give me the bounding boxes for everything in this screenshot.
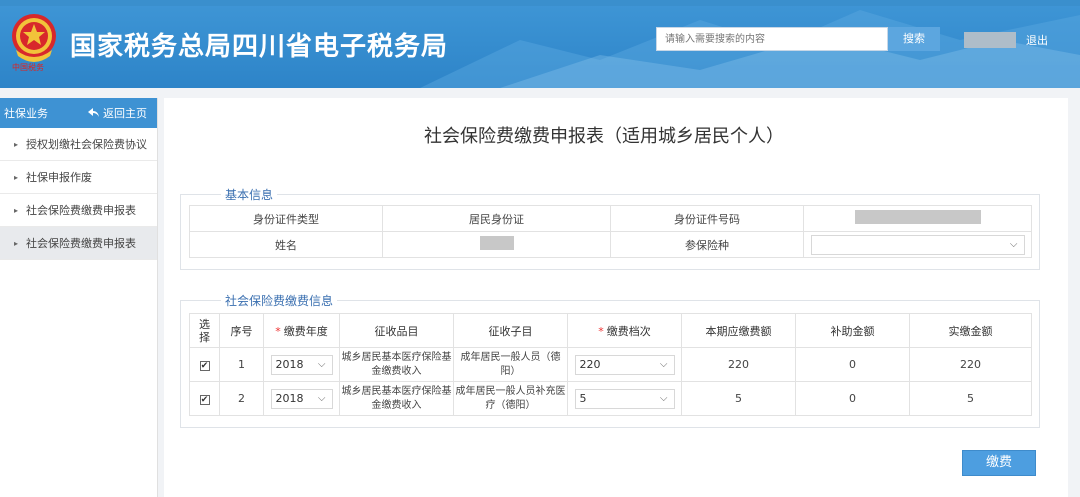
- page-title: 社会保险费缴费申报表（适用城乡居民个人）: [424, 126, 784, 147]
- id-number-label: 身份证件号码: [610, 205, 804, 232]
- row-checkbox-cell: ✔: [189, 347, 220, 382]
- col-select-label: 选择: [199, 317, 210, 344]
- back-arrow-icon: [88, 108, 99, 117]
- fee-table: 选择 序号 * 缴费年度 征收品目 征收子目 * 缴费档次 本期应缴费额 补助金额 …: [189, 313, 1032, 416]
- user-name-redacted: [964, 32, 1016, 48]
- site-header: 中国税务 国家税务总局四川省电子税务局 搜索 退出: [0, 0, 1080, 88]
- row-actual: 5: [909, 381, 1032, 416]
- table-row: ✔ 1 2018 ⌵ 城乡居民基本医疗保险基金缴费收入 成年居民一般人员（德阳） …: [189, 347, 1032, 382]
- logout-link[interactable]: 退出: [1026, 32, 1048, 48]
- pay-button[interactable]: 缴费: [962, 450, 1036, 476]
- year-value: 2018: [275, 357, 304, 371]
- name-cell: [382, 231, 611, 258]
- fee-info-section: 社会保险费缴费信息 选择 序号 * 缴费年度 征收品目 征收子目 * 缴费档次 本期…: [180, 292, 1040, 428]
- sidebar-item-authorization[interactable]: ▸ 授权划缴社会保险费协议: [0, 128, 157, 161]
- col-subsidy: 补助金额: [795, 313, 910, 348]
- chevron-down-icon: ⌵: [1009, 238, 1018, 250]
- row-payable: 220: [681, 347, 796, 382]
- name-label: 姓名: [189, 231, 383, 258]
- chevron-right-icon: ▸: [14, 205, 19, 215]
- row-checkbox[interactable]: ✔: [199, 395, 210, 405]
- fee-info-legend: 社会保险费缴费信息: [221, 292, 338, 309]
- id-type-label: 身份证件类型: [189, 205, 383, 232]
- sidebar-item-declaration[interactable]: ▸ 社会保险费缴费申报表: [0, 194, 157, 227]
- site-title: 国家税务总局四川省电子税务局: [70, 32, 449, 62]
- sidebar-item-label: 社会保险费缴费申报表: [26, 204, 137, 217]
- row-year-cell: 2018 ⌵: [263, 347, 340, 382]
- row-payable: 5: [681, 381, 796, 416]
- grade-value: 5: [579, 391, 587, 405]
- table-row: ✔ 2 2018 ⌵ 城乡居民基本医疗保险基金缴费收入 成年居民一般人员补充医疗（…: [189, 381, 1032, 416]
- row-grade-cell: 220 ⌵: [567, 347, 682, 382]
- row-year-cell: 2018 ⌵: [263, 381, 340, 416]
- row-index: 1: [219, 347, 264, 382]
- back-home-link[interactable]: 返回主页: [88, 105, 147, 121]
- fee-table-header: 选择 序号 * 缴费年度 征收品目 征收子目 * 缴费档次 本期应缴费额 补助金额 …: [189, 313, 1032, 348]
- required-mark: *: [598, 324, 604, 338]
- col-actual: 实缴金额: [909, 313, 1032, 348]
- basic-info-section: 基本信息 身份证件类型 居民身份证 身份证件号码 姓名 参保险种 ⌵: [180, 186, 1040, 270]
- row-subsidy: 0: [795, 347, 910, 382]
- sidebar-item-label: 授权划缴社会保险费协议: [26, 138, 148, 151]
- grade-select[interactable]: 220 ⌵: [574, 354, 675, 375]
- main-panel: 社会保险费缴费申报表（适用城乡居民个人） 基本信息 身份证件类型 居民身份证 身…: [164, 98, 1068, 497]
- row-subsidy: 0: [795, 381, 910, 416]
- row-checkbox-cell: ✔: [189, 381, 220, 416]
- row-index: 2: [219, 381, 264, 416]
- insurance-type-select[interactable]: ⌵: [810, 234, 1025, 255]
- sidebar-item-label: 社会保险费缴费申报表: [26, 237, 137, 250]
- sidebar-section-label: 社保业务: [4, 107, 48, 120]
- emblem-caption: 中国税务: [12, 63, 44, 72]
- back-home-label: 返回主页: [103, 107, 147, 120]
- col-index: 序号: [219, 313, 264, 348]
- sidebar-item-label: 社保申报作废: [26, 171, 93, 184]
- basic-info-table: 身份证件类型 居民身份证 身份证件号码 姓名 参保险种 ⌵: [189, 205, 1032, 258]
- col-year-label: 缴费年度: [283, 324, 328, 338]
- col-item: 征收品目: [339, 313, 454, 348]
- chevron-right-icon: ▸: [14, 172, 19, 182]
- col-year: * 缴费年度: [263, 313, 340, 348]
- required-mark: *: [275, 324, 281, 338]
- name-redacted: [479, 236, 514, 250]
- chevron-down-icon: ⌵: [317, 392, 326, 404]
- col-select: 选择: [189, 313, 220, 348]
- sidebar: 社保业务 返回主页 ▸ 授权划缴社会保险费协议 ▸ 社保申报作废 ▸ 社会保险费…: [0, 98, 158, 497]
- col-subitem: 征收子目: [453, 313, 568, 348]
- row-actual: 220: [909, 347, 1032, 382]
- chevron-down-icon: ⌵: [317, 358, 326, 370]
- id-number-cell: [803, 205, 1032, 232]
- col-grade-label: 缴费档次: [606, 324, 651, 338]
- insurance-type-label: 参保险种: [610, 231, 804, 258]
- row-item: 城乡居民基本医疗保险基金缴费收入: [339, 381, 454, 416]
- year-select[interactable]: 2018 ⌵: [270, 388, 333, 409]
- col-payable: 本期应缴费额: [681, 313, 796, 348]
- year-select[interactable]: 2018 ⌵: [270, 354, 333, 375]
- id-type-value: 居民身份证: [382, 205, 611, 232]
- row-item: 城乡居民基本医疗保险基金缴费收入: [339, 347, 454, 382]
- sidebar-item-declaration-active[interactable]: ▸ 社会保险费缴费申报表: [0, 227, 157, 260]
- grade-value: 220: [579, 357, 601, 371]
- insurance-type-cell: ⌵: [803, 231, 1032, 258]
- row-checkbox[interactable]: ✔: [199, 361, 210, 371]
- grade-select[interactable]: 5 ⌵: [574, 388, 675, 409]
- basic-info-legend: 基本信息: [221, 186, 278, 203]
- chevron-down-icon: ⌵: [659, 392, 668, 404]
- row-grade-cell: 5 ⌵: [567, 381, 682, 416]
- chevron-right-icon: ▸: [14, 139, 19, 149]
- year-value: 2018: [275, 391, 304, 405]
- row-subitem: 成年居民一般人员（德阳）: [453, 347, 568, 382]
- id-number-redacted: [854, 210, 981, 224]
- sidebar-header: 社保业务 返回主页: [0, 98, 157, 128]
- chevron-down-icon: ⌵: [659, 358, 668, 370]
- search-button[interactable]: 搜索: [888, 27, 940, 51]
- chevron-right-icon: ▸: [14, 238, 19, 248]
- sidebar-item-void[interactable]: ▸ 社保申报作废: [0, 161, 157, 194]
- col-grade: * 缴费档次: [567, 313, 682, 348]
- row-subitem: 成年居民一般人员补充医疗（德阳）: [453, 381, 568, 416]
- tax-emblem-icon: [12, 14, 56, 62]
- search-input[interactable]: [656, 27, 888, 51]
